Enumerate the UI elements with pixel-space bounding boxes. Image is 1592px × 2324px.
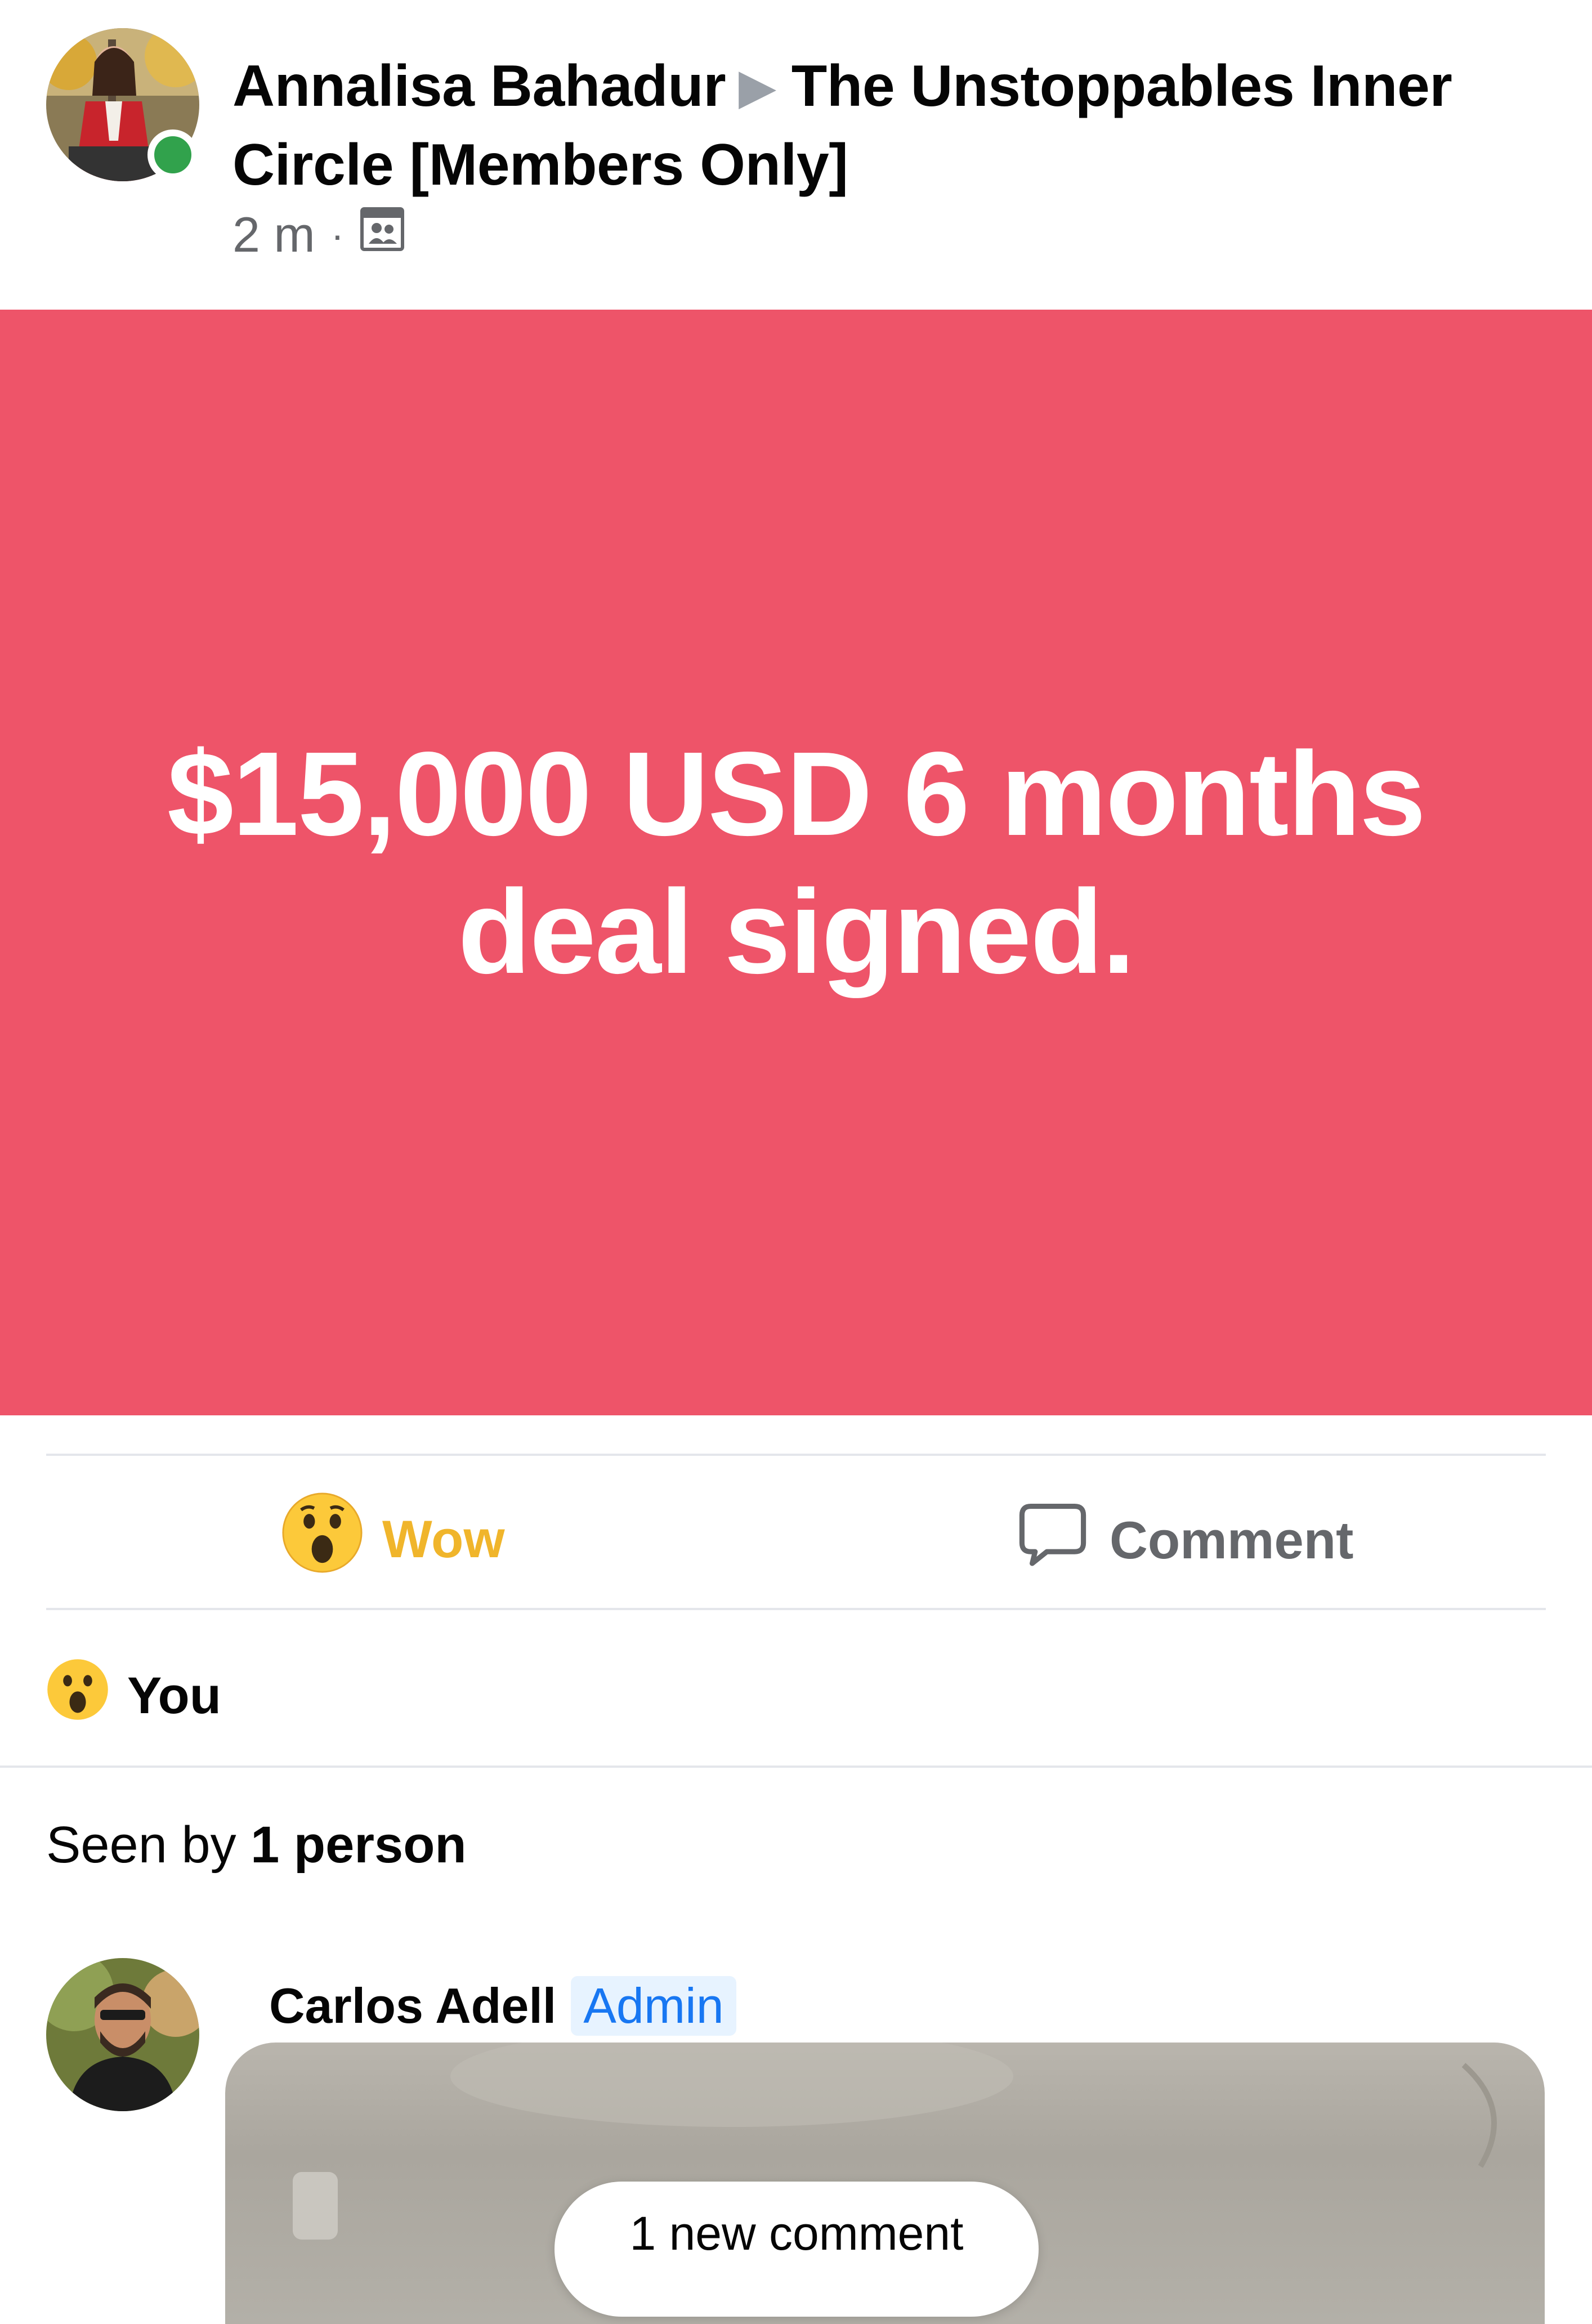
post-time[interactable]: 2 m (232, 206, 315, 263)
commenter-name-link[interactable]: Carlos Adell (269, 1977, 556, 2035)
wow-emoji-icon (46, 1658, 109, 1733)
comment-bubble-icon (1016, 1498, 1089, 1583)
new-comment-pill[interactable]: 1 new comment (554, 2182, 1039, 2317)
commenter-avatar[interactable] (46, 1958, 199, 2111)
group-audience-icon (360, 206, 405, 263)
divider (0, 1766, 1592, 1768)
wow-label: Wow (382, 1509, 505, 1568)
divider (46, 1608, 1546, 1610)
wow-reaction-button[interactable]: Wow (281, 1492, 505, 1586)
meta-separator: · (330, 213, 345, 257)
divider (46, 1454, 1546, 1456)
comment-label: Comment (1110, 1510, 1354, 1570)
banner-text: $15,000 USD 6 months deal signed. (167, 727, 1426, 998)
reactions-summary[interactable]: You (46, 1658, 221, 1733)
comment-button[interactable]: Comment (1016, 1498, 1353, 1583)
post-meta: 2 m · (232, 206, 405, 263)
wow-emoji-icon (281, 1492, 363, 1586)
play-arrow-icon: ▶ (739, 61, 775, 113)
comment-header: Carlos Adell Admin (269, 1976, 736, 2036)
online-status-indicator (147, 129, 198, 180)
post-text-banner[interactable]: $15,000 USD 6 months deal signed. (0, 310, 1592, 1415)
admin-badge: Admin (571, 1976, 736, 2036)
reactor-name: You (127, 1666, 221, 1724)
post-title: Annalisa Bahadur ▶ The Unstoppables Inner C… (232, 47, 1527, 204)
author-name-link[interactable]: Annalisa Bahadur (232, 53, 726, 119)
seen-by-text[interactable]: Seen by 1 person (46, 1816, 467, 1875)
commenter-avatar-photo (46, 1958, 199, 2111)
